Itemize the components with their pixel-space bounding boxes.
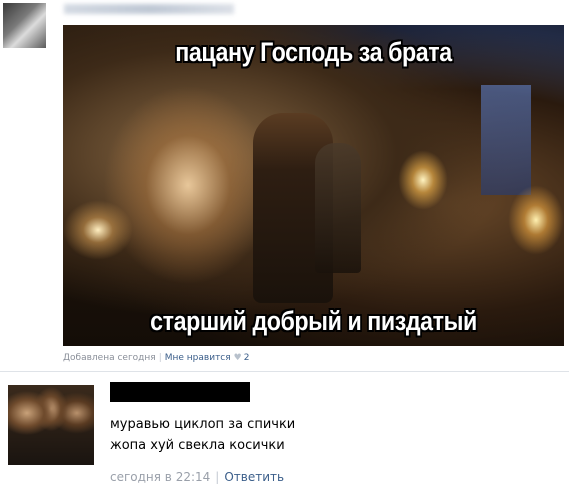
added-label: Добавлена сегодня (63, 353, 156, 363)
post-author-avatar[interactable] (3, 3, 46, 48)
woman-figure (103, 85, 273, 285)
candle-light (398, 150, 448, 210)
comment-line: муравью циклоп за спички (110, 417, 296, 432)
candle-light (63, 200, 133, 260)
comment-time[interactable]: сегодня в 22:14 (110, 470, 210, 484)
comment-author-avatar[interactable] (8, 385, 94, 465)
meme-bottom-text: старший добрый и пиздатый (150, 306, 477, 336)
post-image[interactable]: пацану Господь за брата старший добрый и… (63, 25, 564, 346)
like-count[interactable]: 2 (244, 353, 250, 363)
meme-top-text: пацану Господь за брата (175, 37, 452, 67)
separator: | (215, 470, 220, 484)
comment-text: муравью циклоп за спички жопа хуй свекла… (110, 414, 295, 456)
heart-icon[interactable]: ♥ (234, 353, 242, 363)
comment-line: жопа хуй свекла косички (110, 438, 285, 453)
separator: | (158, 353, 162, 363)
comment-meta: сегодня в 22:14 | Ответить (110, 470, 284, 484)
candle-light (508, 185, 564, 255)
church-window (481, 85, 531, 195)
reply-button[interactable]: Ответить (224, 470, 284, 484)
post-author-name-blurred[interactable] (64, 4, 234, 14)
post-meta: Добавлена сегодня | Мне нравится ♥ 2 (63, 353, 249, 363)
background-person (315, 143, 361, 273)
comment-author-name-redacted[interactable] (110, 382, 250, 402)
like-button[interactable]: Мне нравится (165, 353, 231, 363)
divider (0, 371, 569, 372)
